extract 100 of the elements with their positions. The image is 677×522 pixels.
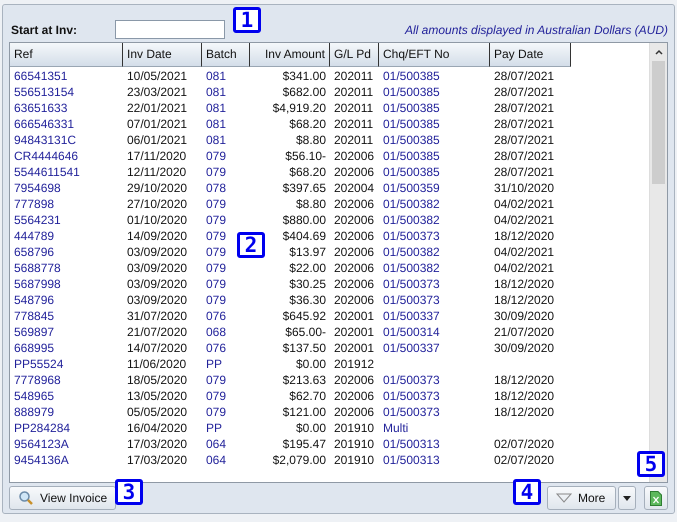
- table-cell-text: 01/500373: [382, 388, 441, 404]
- table-cell-text: $0.00: [294, 420, 327, 436]
- column-header[interactable]: Chq/EFT No: [379, 43, 490, 67]
- table-cell-text: $56.10-: [284, 148, 327, 164]
- table-cell-text: 28/07/2021: [493, 68, 556, 84]
- export-button[interactable]: [644, 486, 668, 510]
- table-cell-text: 22/01/2021: [126, 100, 188, 116]
- table-cell-text: 5687998: [13, 276, 62, 292]
- table-cell-text: 202006: [333, 372, 376, 388]
- table-cell-text: $68.20: [288, 116, 327, 132]
- currency-note: All amounts displayed in Australian Dollars (AUD): [405, 23, 668, 39]
- table-cell-text: 01/500385: [382, 68, 441, 84]
- table-cell-text: 202006: [333, 148, 376, 164]
- table-cell-text: 01/500373: [382, 276, 441, 292]
- table-cell-text: $68.20: [288, 164, 327, 180]
- table-cell-text: PP: [205, 420, 224, 436]
- column-header[interactable]: Ref: [10, 43, 123, 67]
- table-cell-text: $397.65: [282, 180, 327, 196]
- table-cell-text: 079: [205, 292, 228, 308]
- column-header[interactable]: G/L Pd: [330, 43, 379, 67]
- spreadsheet-icon: [650, 490, 662, 506]
- table-cell-text: 079: [205, 196, 228, 212]
- table-cell-text: 27/10/2020: [126, 196, 188, 212]
- table-cell-text: 66541351: [13, 68, 68, 84]
- start-at-inv-field[interactable]: [115, 20, 225, 39]
- table-cell-text: 9564123A: [13, 436, 70, 452]
- table-cell-text: $121.00: [282, 404, 327, 420]
- table-cell-text: 01/500385: [382, 132, 441, 148]
- table-cell-text: $13.97: [288, 244, 327, 260]
- table-cell-text: 548796: [13, 292, 56, 308]
- column-header[interactable]: Inv Amount: [250, 43, 330, 67]
- table-cell-text: $22.00: [288, 260, 327, 276]
- scroll-up-icon[interactable]: [654, 47, 664, 57]
- table-cell-text: 201910: [333, 436, 376, 452]
- table-cell-text: CR4444646: [13, 148, 80, 164]
- callout-number: 4: [513, 479, 541, 505]
- table-cell-text: 01/500313: [382, 452, 441, 468]
- more-button[interactable]: More: [547, 486, 616, 510]
- table-cell-text: 201912: [333, 356, 376, 372]
- table-cell-text: 94843131C: [13, 132, 78, 148]
- table-cell-text: 201910: [333, 452, 376, 468]
- table-cell-text: 5564231: [13, 212, 62, 228]
- table-cell-text: 18/05/2020: [126, 372, 188, 388]
- table-cell-text: 11/06/2020: [126, 356, 188, 372]
- table-cell-text: $880.00: [282, 212, 327, 228]
- column-header[interactable]: Inv Date: [123, 43, 202, 67]
- table-cell-text: 01/10/2020: [126, 212, 188, 228]
- table-cell-text: 5544611541: [13, 164, 81, 180]
- table-cell-text: 18/12/2020: [493, 404, 556, 420]
- table-cell-text: 02/07/2020: [493, 436, 556, 452]
- view-invoice-button[interactable]: View Invoice: [9, 486, 116, 510]
- column-header[interactable]: Batch: [202, 43, 250, 67]
- table-cell-text: 076: [205, 340, 228, 356]
- table-cell-text: 01/500373: [382, 372, 441, 388]
- table-cell-text: 202001: [333, 308, 376, 324]
- table-cell-text: 7778968: [13, 372, 62, 388]
- table-cell-text: 081: [205, 100, 228, 116]
- table-cell-text: 202006: [333, 292, 376, 308]
- table-cell-text: 01/500359: [382, 180, 441, 196]
- table-cell-text: 079: [205, 260, 228, 276]
- table-cell-text: 888979: [13, 404, 56, 420]
- table-cell-text: 03/09/2020: [126, 292, 188, 308]
- table-cell-text: 14/09/2020: [126, 228, 188, 244]
- table-cell-text: 21/07/2020: [126, 324, 188, 340]
- table-cell-text: 9454136A: [13, 452, 70, 468]
- table-cell-text: $2,079.00: [272, 452, 327, 468]
- table-cell-text: 01/500382: [382, 196, 441, 212]
- table-cell-text: 01/500373: [382, 292, 441, 308]
- table-cell-text: 202006: [333, 212, 376, 228]
- table-cell-text: 068: [205, 324, 228, 340]
- table-cell-text: 28/07/2021: [493, 84, 556, 100]
- table-cell-text: 12/11/2020: [126, 164, 188, 180]
- table-cell-text: 079: [205, 164, 228, 180]
- table-cell-text: $213.63: [282, 372, 327, 388]
- table-cell-text: 01/500337: [382, 308, 441, 324]
- more-dropdown-button[interactable]: [618, 486, 636, 510]
- table-cell-text: $0.00: [294, 356, 327, 372]
- table-cell-text: 13/05/2020: [126, 388, 188, 404]
- table-cell-text: 30/09/2020: [493, 340, 556, 356]
- table-cell-text: 18/12/2020: [493, 372, 556, 388]
- table-cell-text: 202006: [333, 164, 376, 180]
- table-cell-text: PP284284: [13, 420, 72, 436]
- table-cell-text: 01/500337: [382, 340, 441, 356]
- callout-number: 5: [637, 451, 665, 477]
- scrollbar-thumb[interactable]: [652, 61, 665, 184]
- table-cell-text: $645.92: [282, 308, 327, 324]
- table-cell-text: 03/09/2020: [126, 276, 188, 292]
- table-cell-text: 079: [205, 372, 228, 388]
- table-cell-text: 17/03/2020: [126, 452, 188, 468]
- table-cell-text: 01/500314: [382, 324, 441, 340]
- column-header[interactable]: Pay Date: [490, 43, 571, 67]
- table-cell-text: 666546331: [13, 116, 76, 132]
- table-cell-text: 01/500385: [382, 116, 441, 132]
- table-cell-text: 01/500373: [382, 404, 441, 420]
- table-cell-text: 202011: [333, 68, 374, 84]
- table-cell-text: 777898: [13, 196, 56, 212]
- table-cell-text: 079: [205, 276, 228, 292]
- table-cell-text: 202011: [333, 100, 374, 116]
- table-cell-text: 29/10/2020: [126, 180, 188, 196]
- table-cell-text: 064: [205, 452, 228, 468]
